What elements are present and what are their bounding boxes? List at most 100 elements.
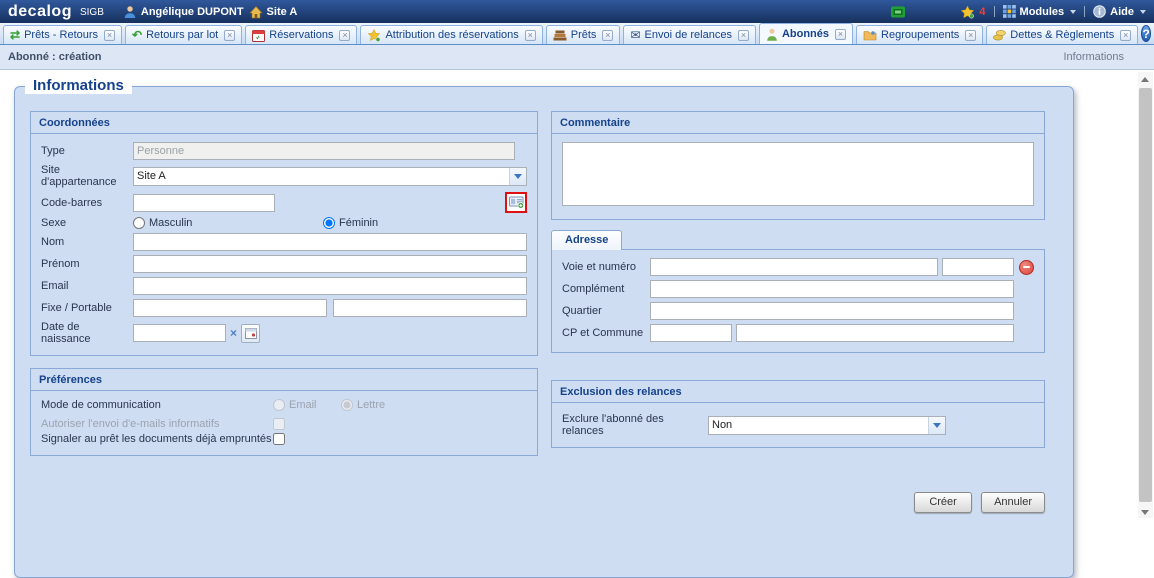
code-barres-input[interactable] [133, 194, 275, 212]
date-naissance-label: Date de naissance [41, 321, 133, 345]
tab-envoi-relances[interactable]: ✉ Envoi de relances × [623, 25, 756, 44]
cp-input[interactable] [650, 324, 732, 342]
scroll-down-icon[interactable] [1141, 510, 1149, 515]
close-icon[interactable]: × [965, 30, 976, 41]
email-input[interactable] [133, 277, 527, 295]
clear-date-icon[interactable]: × [230, 326, 237, 340]
sexe-masculin-radio[interactable] [133, 217, 145, 229]
mode-lettre-label: Lettre [357, 399, 385, 411]
tab-retours-par-lot[interactable]: ↶ Retours par lot × [125, 25, 242, 44]
sexe-feminin-label: Féminin [339, 217, 378, 229]
tab-bar: ⇄ Prêts - Retours × ↶ Retours par lot × … [0, 23, 1154, 45]
tab-attribution-reservations[interactable]: Attribution des réservations × [360, 25, 542, 44]
tab-prets[interactable]: Prêts × [546, 25, 621, 44]
calendar-icon [245, 327, 257, 339]
modules-menu[interactable]: Modules [1003, 5, 1077, 18]
batch-returns-icon: ↶ [132, 29, 142, 41]
sexe-feminin-radio[interactable] [323, 217, 335, 229]
commune-input[interactable] [736, 324, 1014, 342]
sexe-feminin-option[interactable]: Féminin [323, 217, 378, 229]
preferences-panel: Préférences Mode de communication Email … [30, 368, 538, 456]
mode-lettre-option: Lettre [341, 399, 385, 411]
commentaire-panel: Commentaire [551, 111, 1045, 220]
calendar-picker-button[interactable] [241, 324, 260, 343]
tab-label: Abonnés [782, 28, 829, 40]
breadcrumb: Abonné : création Informations [0, 45, 1154, 70]
vertical-scrollbar[interactable] [1138, 72, 1153, 518]
modules-grid-icon [1003, 5, 1016, 18]
tab-reservations[interactable]: Réservations × [245, 25, 357, 44]
numero-input[interactable] [942, 258, 1014, 276]
tab-dettes-reglements[interactable]: Dettes & Règlements × [986, 25, 1138, 44]
tab-label: Attribution des réservations [385, 29, 518, 41]
quartier-input[interactable] [650, 302, 1014, 320]
close-icon[interactable]: × [602, 30, 613, 41]
close-icon[interactable]: × [738, 30, 749, 41]
fixe-input[interactable] [133, 299, 327, 317]
loans-returns-icon: ⇄ [10, 29, 20, 41]
home-icon [249, 5, 263, 19]
complement-input[interactable] [650, 280, 1014, 298]
voie-numero-label: Voie et numéro [562, 261, 650, 273]
tab-adresse[interactable]: Adresse [551, 230, 622, 250]
session-monitor-icon[interactable] [890, 5, 906, 19]
app-logo-suffix: SIGB [80, 7, 104, 18]
informations-fieldset: Informations Coordonnées Type Site d'app… [14, 86, 1074, 578]
type-field [133, 142, 515, 160]
quartier-label: Quartier [562, 305, 650, 317]
mode-email-option: Email [273, 399, 341, 411]
preferences-header: Préférences [31, 369, 537, 391]
sexe-masculin-option[interactable]: Masculin [133, 217, 323, 229]
signaler-pret-label: Signaler au prêt les documents déjà empr… [41, 433, 273, 445]
close-icon[interactable]: × [104, 30, 115, 41]
close-icon[interactable]: × [525, 30, 536, 41]
annuler-button[interactable]: Annuler [981, 492, 1045, 513]
type-label: Type [41, 145, 133, 157]
tab-regroupements[interactable]: Regroupements × [856, 25, 983, 44]
help-icon[interactable]: ? [1141, 25, 1151, 42]
coordonnees-header: Coordonnées [31, 112, 537, 134]
remove-address-icon[interactable] [1019, 260, 1034, 275]
scroll-up-icon[interactable] [1141, 77, 1149, 82]
aide-menu[interactable]: Aide [1093, 5, 1146, 18]
exclure-abonne-label: Exclure l'abonné des relances [562, 413, 708, 437]
generate-barcode-button[interactable] [505, 192, 527, 213]
chevron-down-icon[interactable] [928, 417, 945, 434]
current-site[interactable]: Site A [249, 5, 298, 19]
favorites-count: 4 [979, 6, 985, 18]
nom-input[interactable] [133, 233, 527, 251]
tab-label: Envoi de relances [645, 29, 732, 41]
date-naissance-input[interactable] [133, 324, 226, 342]
signaler-pret-checkbox[interactable] [273, 433, 285, 445]
tab-label: Prêts - Retours [24, 29, 98, 41]
tab-prets-retours[interactable]: ⇄ Prêts - Retours × [3, 25, 122, 44]
autoriser-emails-label: Autoriser l'envoi d'e-mails informatifs [41, 418, 273, 430]
portable-input[interactable] [333, 299, 527, 317]
exclure-abonne-select[interactable]: Non [708, 416, 946, 435]
close-icon[interactable]: × [339, 30, 350, 41]
close-icon[interactable]: × [224, 30, 235, 41]
autoriser-emails-checkbox [273, 418, 285, 430]
site-name: Site A [267, 6, 298, 18]
books-icon [553, 29, 567, 41]
favorites-button[interactable]: 4 [960, 5, 985, 19]
sexe-masculin-label: Masculin [149, 217, 192, 229]
close-icon[interactable]: × [835, 29, 846, 40]
scrollbar-thumb[interactable] [1139, 88, 1152, 502]
tab-abonnes[interactable]: Abonnés × [759, 23, 853, 44]
mode-email-label: Email [289, 399, 317, 411]
creer-button[interactable]: Créer [914, 492, 972, 513]
chevron-down-icon[interactable] [509, 168, 526, 185]
exclusion-relances-panel: Exclusion des relances Exclure l'abonné … [551, 380, 1045, 448]
voie-input[interactable] [650, 258, 938, 276]
close-icon[interactable]: × [1120, 30, 1131, 41]
site-appartenance-select[interactable]: Site A [133, 167, 527, 186]
cp-commune-label: CP et Commune [562, 327, 650, 339]
prenom-input[interactable] [133, 255, 527, 273]
site-appartenance-label: Site d'appartenance [41, 164, 133, 188]
user-icon [123, 5, 137, 19]
commentaire-textarea[interactable] [562, 142, 1034, 206]
coordonnees-panel: Coordonnées Type Site d'appartenance Sit… [30, 111, 538, 356]
main-content: Informations Coordonnées Type Site d'app… [0, 70, 1154, 522]
current-user[interactable]: Angélique DUPONT [123, 5, 244, 19]
